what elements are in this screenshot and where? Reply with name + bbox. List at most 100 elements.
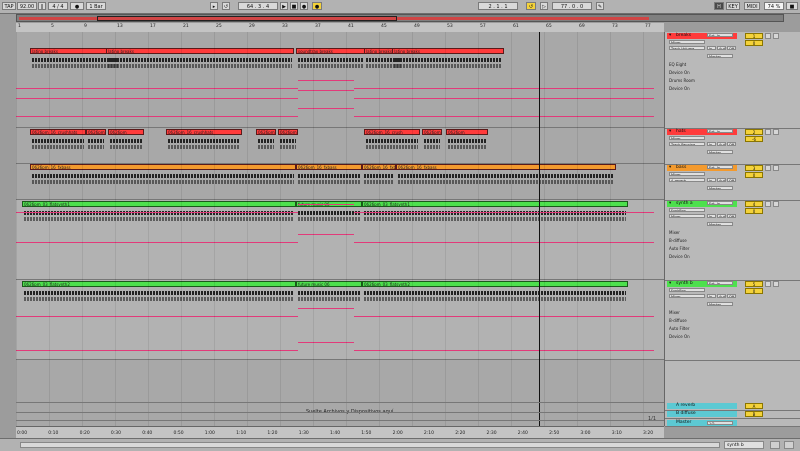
tap-tempo-button[interactable]: TAP — [2, 2, 16, 10]
automation-line[interactable] — [354, 242, 654, 243]
monitor-auto-button[interactable]: Auto — [717, 46, 726, 50]
clip[interactable]: 0626pm — [278, 129, 298, 135]
device-chooser[interactable]: Mixer — [669, 172, 705, 176]
monitor-off-button[interactable]: Off — [727, 214, 736, 218]
track-activator[interactable]: 3 — [745, 165, 763, 171]
monitor-off-button[interactable]: Off — [727, 142, 736, 146]
return-title[interactable]: A reverb — [667, 403, 737, 409]
monitor-in-button[interactable]: In — [707, 178, 716, 182]
solo-button[interactable] — [765, 281, 771, 287]
track-fold-icon[interactable]: ▾ — [669, 33, 671, 39]
arm-button[interactable] — [773, 165, 779, 171]
clip[interactable]: 0626pm_16_fxbass — [30, 164, 296, 170]
volume-field[interactable]: 0 — [745, 288, 763, 294]
arm-button[interactable] — [773, 281, 779, 287]
clip[interactable]: future music 06 — [296, 281, 362, 287]
track-lane-synth-a[interactable]: 0626pm_03_flatsynth1future music 060626p… — [16, 200, 664, 280]
arrangement-overview[interactable] — [16, 14, 784, 22]
automation-line[interactable] — [354, 98, 654, 99]
track-lane-bass[interactable]: 0626pm_16_fxbass 0626pm_16_fxbass 0626pm_1… — [16, 164, 664, 200]
monitor-in-button[interactable]: In — [707, 294, 716, 298]
device-chooser[interactable]: A-reverb — [669, 178, 705, 182]
clip[interactable]: 0626pm_03_flatsynth1 — [22, 201, 296, 207]
track-fold-icon[interactable]: ▾ — [669, 165, 671, 171]
input-type-select[interactable]: Ext. In — [707, 281, 733, 285]
volume-field[interactable]: 0 — [745, 172, 763, 178]
clip[interactable]: soundtrax breaks — [296, 48, 366, 54]
clip[interactable]: 0626pm_03_flatsynth2 — [362, 281, 628, 287]
clip[interactable]: 0626pm — [108, 129, 144, 135]
arm-button[interactable] — [773, 33, 779, 39]
device-chooser[interactable]: Track Volume — [669, 46, 705, 50]
song-position-field[interactable]: 64 . 3 . 4 — [238, 2, 278, 10]
device-chooser[interactable]: Mixer — [669, 40, 705, 44]
punch-in-button[interactable]: ▷ — [540, 2, 548, 10]
automation-line[interactable] — [354, 350, 654, 351]
overview-view-box[interactable] — [97, 16, 397, 21]
clip[interactable]: latino breaks — [106, 48, 294, 54]
automation-line[interactable] — [354, 116, 654, 117]
tempo-field[interactable]: 92.00 — [17, 2, 37, 10]
device-chooser[interactable]: Track Panning — [669, 142, 705, 146]
detail-toggle-button[interactable] — [784, 441, 794, 449]
volume-field[interactable]: -6 — [745, 136, 763, 142]
loop-button[interactable]: ↺ — [526, 2, 536, 10]
overdub-button[interactable]: ● — [312, 2, 322, 10]
automation-line[interactable] — [16, 98, 298, 99]
track-activator[interactable]: 4 — [745, 201, 763, 207]
clip[interactable]: 0626pm_16_crushhats — [166, 129, 242, 135]
clip[interactable]: 0626pm — [422, 129, 442, 135]
solo-button[interactable] — [765, 201, 771, 207]
key-map-button[interactable]: KEY — [726, 2, 740, 10]
track-activator[interactable]: 5 — [745, 281, 763, 287]
input-type-select[interactable]: Ext. In — [707, 33, 733, 37]
track-fold-icon[interactable]: ▾ — [669, 281, 671, 287]
clip[interactable]: 0626pm_03_flatsynth1 — [362, 201, 628, 207]
track-fold-icon[interactable]: ▾ — [669, 201, 671, 207]
track-lane-breaks[interactable]: latino breaks latino breaks soundtrax brea… — [16, 32, 664, 128]
record-button[interactable]: ● — [300, 2, 308, 10]
monitor-in-button[interactable]: In — [707, 46, 716, 50]
monitor-off-button[interactable]: Off — [727, 178, 736, 182]
solo-button[interactable] — [765, 129, 771, 135]
output-select[interactable]: Master — [707, 222, 733, 226]
input-type-select[interactable]: Ext. In — [707, 165, 733, 169]
track-lane-hats[interactable]: 0626pm_16_crushhats 0626pm 0626pm 0626pm_16… — [16, 128, 664, 164]
automation-line[interactable] — [354, 212, 654, 213]
arm-button[interactable] — [773, 201, 779, 207]
solo-button[interactable] — [765, 33, 771, 39]
output-select[interactable]: Master — [707, 302, 733, 306]
track-lane-synth-b[interactable]: 0626pm_03_flatsynth2 future music 06 0626p… — [16, 280, 664, 360]
monitor-off-button[interactable]: Off — [727, 294, 736, 298]
draw-mode-button[interactable]: ✎ — [596, 2, 604, 10]
track-activator[interactable]: 2 — [745, 129, 763, 135]
mapping-mode-button[interactable]: H — [714, 2, 724, 10]
clip[interactable]: 0626pm — [446, 129, 488, 135]
monitor-off-button[interactable]: Off — [727, 46, 736, 50]
output-select[interactable]: Master — [707, 150, 733, 154]
automation-line[interactable] — [16, 88, 298, 89]
loop-start-field[interactable]: 2 . 1 . 1 — [478, 2, 518, 10]
loop-length-field[interactable]: 77 . 0 . 0 — [552, 2, 592, 10]
output-select[interactable]: Master — [707, 54, 733, 58]
midi-map-button[interactable]: MIDI — [744, 2, 760, 10]
stop-button[interactable]: ■ — [290, 2, 298, 10]
master-output-select[interactable]: 1/2 — [707, 421, 733, 425]
automation-line[interactable] — [16, 116, 298, 117]
clip[interactable]: 0626pm_16_fxbass — [296, 164, 362, 170]
input-type-select[interactable]: Ext. In — [707, 129, 733, 133]
monitor-auto-button[interactable]: Auto — [717, 142, 726, 146]
horizontal-scrollbar[interactable] — [20, 442, 720, 448]
clip[interactable]: 0626pm_03_flatsynth2 — [22, 281, 296, 287]
track-fold-icon[interactable]: ▾ — [669, 129, 671, 135]
automation-line[interactable] — [16, 350, 298, 351]
automation-line[interactable] — [354, 88, 654, 89]
solo-button[interactable] — [765, 165, 771, 171]
nudge-down-button[interactable]: ‖ — [38, 2, 46, 10]
clip[interactable]: 0626pm_16_fxbass — [396, 164, 616, 170]
input-type-select[interactable]: Ext. In — [707, 201, 733, 205]
device-chooser[interactable]: FunkBox — [669, 288, 705, 292]
view-toggle-button[interactable] — [770, 441, 780, 449]
output-select[interactable]: Master — [707, 186, 733, 190]
monitor-auto-button[interactable]: Auto — [717, 214, 726, 218]
